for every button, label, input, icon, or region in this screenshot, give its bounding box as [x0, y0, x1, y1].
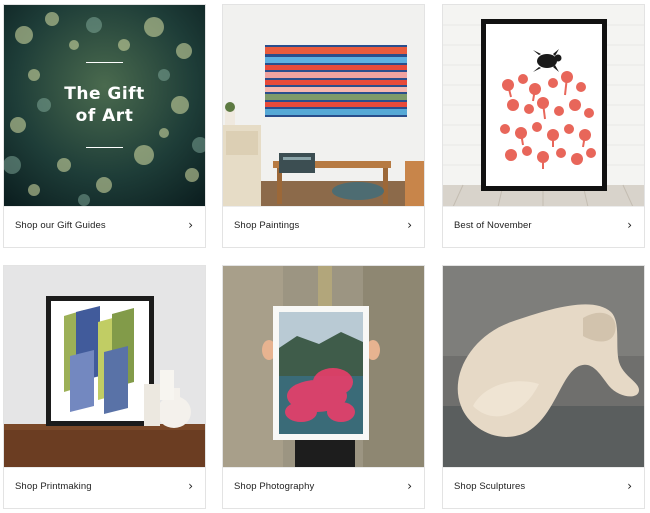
sculptures-image[interactable] — [443, 266, 644, 468]
photography-image[interactable] — [223, 266, 424, 468]
chevron-right-icon: › — [407, 218, 412, 232]
paintings-image[interactable] — [223, 5, 424, 207]
gift-divider-bottom — [86, 147, 123, 148]
card-gift-guides[interactable]: The Gift of Art Shop our Gift Guides › — [3, 4, 206, 248]
printmaking-scene — [4, 266, 205, 468]
card-paintings[interactable]: Shop Paintings › — [222, 4, 425, 248]
card-footer[interactable]: Shop Paintings › — [223, 206, 424, 247]
card-label[interactable]: Shop Printmaking — [15, 481, 92, 492]
chevron-right-icon: › — [188, 479, 193, 493]
gift-title: The Gift of Art — [64, 84, 145, 126]
card-footer[interactable]: Shop Sculptures › — [443, 467, 644, 508]
card-footer[interactable]: Shop Printmaking › — [4, 467, 205, 508]
paintings-scene — [223, 5, 424, 207]
gift-divider-top — [86, 62, 123, 63]
chevron-right-icon: › — [627, 479, 632, 493]
sculpture-scene — [443, 266, 644, 468]
card-footer[interactable]: Shop our Gift Guides › — [4, 206, 205, 247]
photography-scene — [223, 266, 424, 468]
card-label[interactable]: Shop Sculptures — [454, 481, 525, 492]
card-label[interactable]: Shop Photography — [234, 481, 314, 492]
card-label[interactable]: Shop our Gift Guides — [15, 220, 106, 231]
november-image[interactable] — [443, 5, 644, 207]
card-label[interactable]: Best of November — [454, 220, 532, 231]
gift-guide-image[interactable]: The Gift of Art — [4, 5, 205, 207]
chevron-right-icon: › — [188, 218, 193, 232]
card-photography[interactable]: Shop Photography › — [222, 265, 425, 509]
card-label[interactable]: Shop Paintings — [234, 220, 299, 231]
striped-painting — [265, 45, 407, 117]
card-footer[interactable]: Shop Photography › — [223, 467, 424, 508]
card-printmaking[interactable]: Shop Printmaking › — [3, 265, 206, 509]
card-sculptures[interactable]: Shop Sculptures › — [442, 265, 645, 509]
card-best-of-november[interactable]: Best of November › — [442, 4, 645, 248]
chevron-right-icon: › — [627, 218, 632, 232]
coral-print-scene — [443, 5, 644, 207]
chevron-right-icon: › — [407, 479, 412, 493]
printmaking-image[interactable] — [4, 266, 205, 468]
card-footer[interactable]: Best of November › — [443, 206, 644, 247]
